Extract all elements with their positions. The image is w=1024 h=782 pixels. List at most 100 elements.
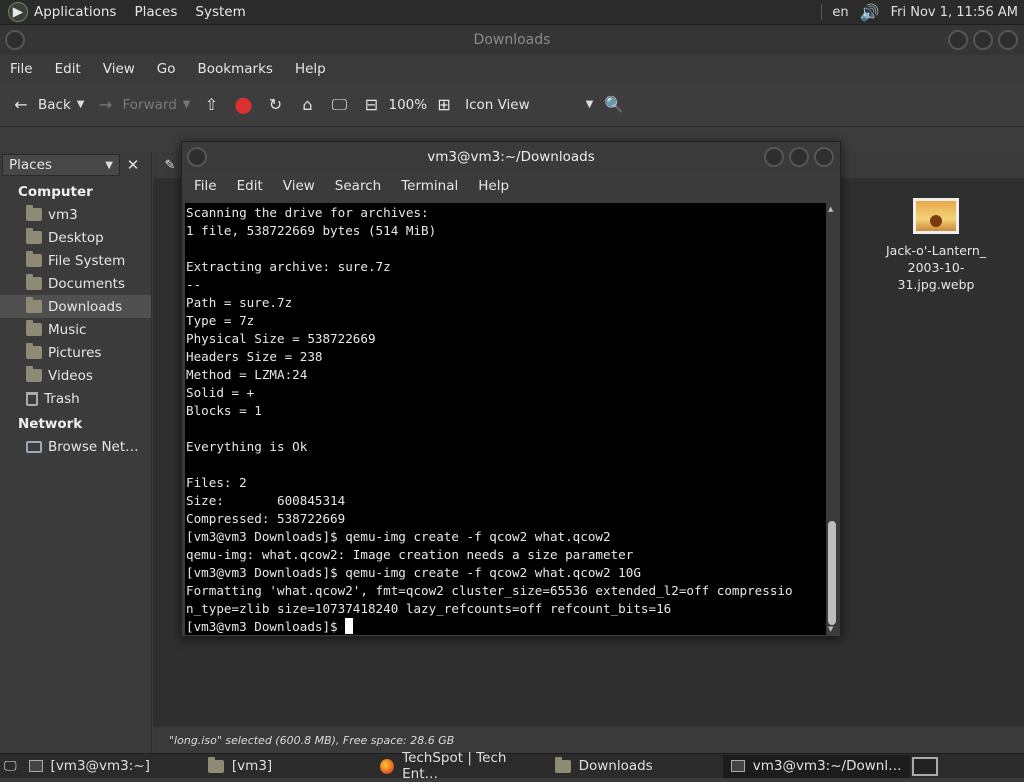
terminal-line: --	[186, 277, 202, 292]
clock[interactable]: Fri Nov 1, 11:56 AM	[891, 5, 1018, 20]
sidebar-item-label: Browse Net…	[48, 438, 139, 455]
forward-button[interactable]: → Forward ▼	[94, 94, 191, 116]
menu-go[interactable]: Go	[157, 61, 176, 77]
back-label: Back	[38, 96, 71, 113]
menu-file[interactable]: File	[10, 61, 33, 77]
folder-icon	[26, 297, 42, 313]
menu-bookmarks[interactable]: Bookmarks	[198, 61, 273, 77]
menu-edit[interactable]: Edit	[55, 61, 81, 77]
zoom-control[interactable]: ⊟ 100% ⊞	[360, 94, 455, 116]
terminal-prompt: [vm3@vm3 Downloads]$	[186, 619, 346, 634]
menu-view[interactable]: View	[103, 61, 135, 77]
up-arrow-icon[interactable]: ⇧	[200, 94, 222, 116]
show-desktop-icon[interactable]: 🖵	[0, 755, 21, 777]
workspace-switcher[interactable]	[911, 756, 938, 776]
file-name-line2: 2003-10-31.jpg.webp	[897, 260, 975, 292]
scroll-up-icon[interactable]: ▲	[828, 205, 833, 213]
menu-help[interactable]: Help	[478, 178, 509, 194]
zoom-in-icon[interactable]: ⊞	[433, 94, 455, 116]
sidebar-item-music[interactable]: Music	[0, 318, 151, 341]
view-mode-select[interactable]: Icon View ▼	[465, 97, 593, 113]
taskbar-item-techspot[interactable]: TechSpot | Tech Ent…	[372, 750, 544, 782]
taskbar-item-downloads[interactable]: Downloads	[547, 755, 661, 778]
terminal-window-menu	[187, 147, 207, 167]
sidebar-item-label: Downloads	[48, 298, 123, 315]
close-button[interactable]	[998, 30, 1018, 50]
back-arrow-icon: ←	[14, 95, 28, 114]
sidebar-item-desktop[interactable]: Desktop	[0, 226, 151, 249]
sidebar-item-documents[interactable]: Documents	[0, 272, 151, 295]
menu-terminal[interactable]: Terminal	[401, 178, 458, 194]
menu-edit[interactable]: Edit	[237, 178, 263, 194]
volume-icon[interactable]: 🔊	[859, 1, 881, 23]
window-menu-button[interactable]	[187, 147, 207, 167]
taskbar-item-terminal-downloads[interactable]: vm3@vm3:~/Downl…	[722, 754, 910, 778]
taskbar-item-terminal-home[interactable]: [vm3@vm3:~]	[21, 755, 158, 778]
terminal-line: Compressed: 538722669	[186, 511, 346, 526]
file-manager-menubar: File Edit View Go Bookmarks Help	[0, 55, 1024, 83]
stop-icon[interactable]: ⬤	[232, 94, 254, 116]
terminal-window: vm3@vm3:~/Downloads File Edit View Searc…	[181, 141, 841, 637]
folder-icon	[554, 756, 571, 773]
terminal-output[interactable]: Scanning the drive for archives: 1 file, …	[185, 203, 827, 635]
taskbar-label: [vm3]	[231, 758, 273, 774]
distro-logo-icon[interactable]: ▶	[8, 2, 28, 22]
computer-icon[interactable]: 🖵	[328, 94, 350, 116]
zoom-out-icon[interactable]: ⊟	[360, 94, 382, 116]
sidebar-item-label: Desktop	[48, 229, 104, 246]
sidebar-item-videos[interactable]: Videos	[0, 364, 151, 387]
terminal-line: qemu-img: what.qcow2: Image creation nee…	[186, 547, 634, 562]
places-menu[interactable]: Places	[134, 4, 177, 20]
sidebar-item-vm3[interactable]: vm3	[0, 203, 151, 226]
folder-icon	[26, 343, 42, 359]
keyboard-layout[interactable]: en	[832, 5, 848, 20]
sidebar-item-pictures[interactable]: Pictures	[0, 341, 151, 364]
terminal-scrollbar[interactable]: ▲ ▼	[826, 203, 838, 635]
maximize-button[interactable]	[973, 30, 993, 50]
sidebar-item-downloads[interactable]: Downloads	[0, 295, 151, 318]
reload-icon[interactable]: ↻	[264, 94, 286, 116]
back-button[interactable]: ← Back ▼	[10, 94, 84, 116]
close-icon[interactable]: ✕	[122, 154, 144, 176]
scroll-down-icon[interactable]: ▼	[828, 625, 833, 633]
sidebar-header: Places ▼ ✕	[0, 152, 151, 178]
terminal-icon	[730, 760, 745, 772]
menu-file[interactable]: File	[194, 178, 217, 194]
search-icon[interactable]: 🔍	[603, 94, 625, 116]
minimize-button[interactable]	[764, 147, 784, 167]
terminal-titlebar[interactable]: vm3@vm3:~/Downloads	[182, 142, 840, 172]
file-manager-titlebar[interactable]: Downloads	[0, 25, 1024, 55]
menu-view[interactable]: View	[283, 178, 315, 194]
window-menu	[5, 30, 25, 50]
panel-separator	[821, 4, 823, 20]
terminal-title: vm3@vm3:~/Downloads	[427, 149, 595, 165]
close-button[interactable]	[814, 147, 834, 167]
file-item[interactable]: Jack-o'-Lantern_ 2003-10-31.jpg.webp	[871, 198, 1001, 293]
top-panel: ▶ Applications Places System en 🔊 Fri No…	[0, 0, 1024, 25]
sidebar-item-trash[interactable]: Trash	[0, 387, 151, 410]
system-menu[interactable]: System	[195, 4, 245, 20]
chevron-down-icon[interactable]: ▼	[77, 99, 85, 110]
menu-search[interactable]: Search	[335, 178, 381, 194]
sidebar-item-browse-network[interactable]: Browse Net…	[0, 435, 151, 458]
sidebar-group-computer: Computer	[18, 184, 93, 200]
sidebar-item-file-system[interactable]: File System	[0, 249, 151, 272]
window-menu-button[interactable]	[5, 30, 25, 50]
firefox-icon	[380, 758, 395, 774]
home-icon[interactable]: ⌂	[296, 94, 318, 116]
chevron-down-icon: ▼	[585, 99, 594, 110]
sidebar-selector[interactable]: Places ▼	[2, 154, 120, 176]
taskbar-label: [vm3@vm3:~]	[50, 758, 150, 774]
edit-location-icon[interactable]: ✎	[159, 154, 181, 176]
applications-menu[interactable]: Applications	[34, 4, 116, 20]
sidebar-item-label: Trash	[44, 390, 80, 407]
taskbar-item-vm3[interactable]: [vm3]	[200, 755, 280, 778]
menu-help[interactable]: Help	[295, 61, 326, 77]
maximize-button[interactable]	[789, 147, 809, 167]
chevron-down-icon[interactable]: ▼	[183, 99, 191, 110]
scrollbar-thumb[interactable]	[828, 521, 836, 625]
minimize-button[interactable]	[948, 30, 968, 50]
terminal-line: Headers Size = 238	[186, 349, 323, 364]
